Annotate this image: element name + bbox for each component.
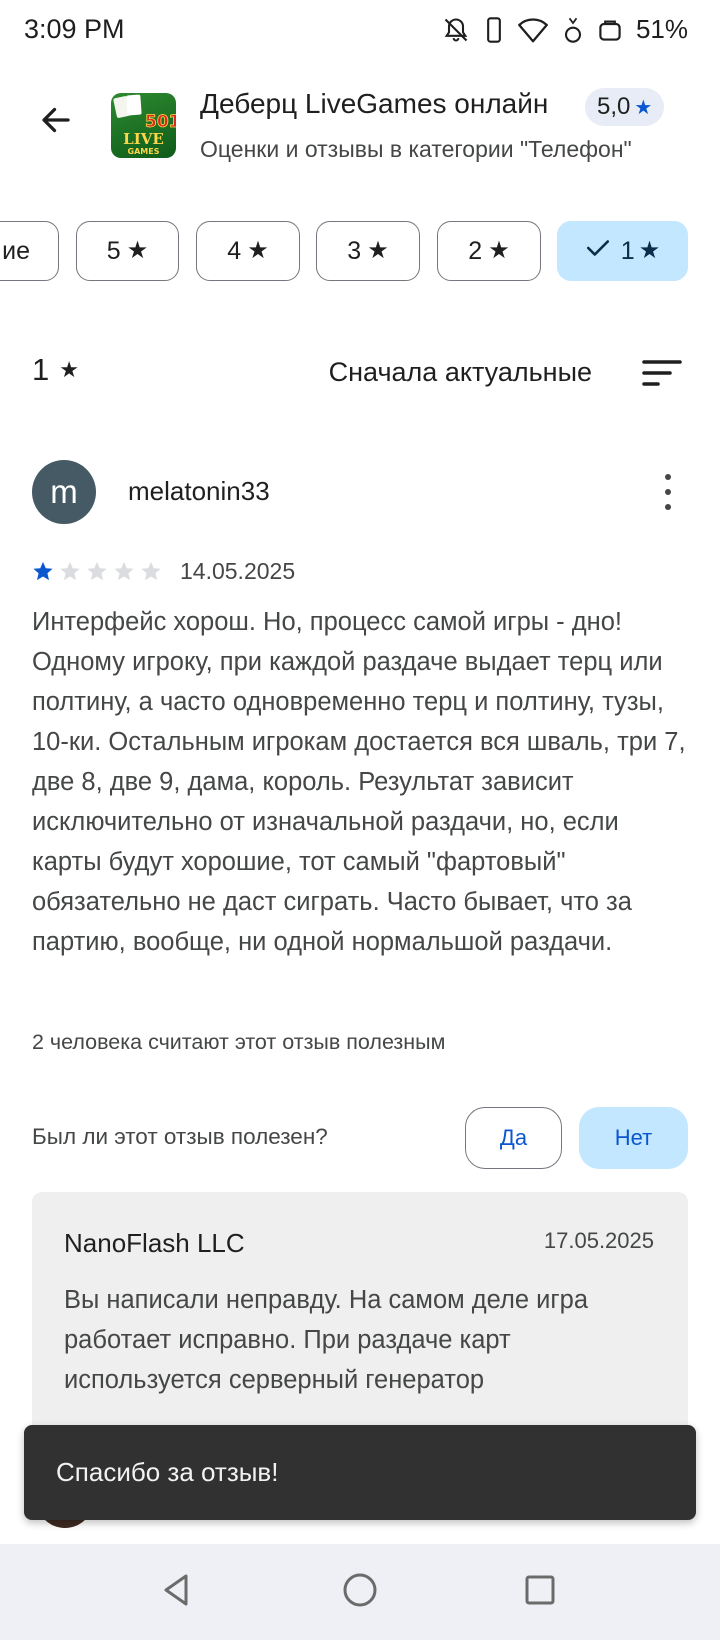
star-filled-icon <box>33 561 53 581</box>
current-filter-value: 1 <box>32 352 50 387</box>
data-saver-icon <box>562 16 584 44</box>
sort-icon[interactable] <box>642 358 682 388</box>
app-icon-games: GAMES <box>128 147 160 156</box>
star-icon: ★ <box>634 96 653 119</box>
nav-recents-button[interactable] <box>520 1572 560 1612</box>
more-options-button[interactable] <box>656 474 680 510</box>
review-stars <box>32 560 162 582</box>
rating-badge: 5,0 ★ <box>585 88 665 126</box>
chip-label: 1 <box>620 236 635 265</box>
vibrate-icon <box>484 16 504 44</box>
nav-home-button[interactable] <box>340 1572 380 1612</box>
more-dot <box>665 489 671 495</box>
helpful-yes-button[interactable]: Да <box>465 1107 562 1169</box>
star-icon: ★ <box>367 237 389 264</box>
circle-home-icon <box>342 1572 378 1613</box>
star-icon: ★ <box>488 237 510 264</box>
star-empty-icon <box>87 561 107 581</box>
square-recents-icon <box>524 1574 556 1611</box>
chip-label: 2 <box>468 236 483 265</box>
review-date: 14.05.2025 <box>180 558 296 584</box>
filter-chip-5-stars[interactable]: 5 ★ <box>76 221 179 281</box>
filter-chip-all[interactable]: ие <box>0 221 59 281</box>
triangle-back-icon <box>160 1572 192 1613</box>
helpful-count: 2 человека считают этот отзыв полезным <box>32 1030 446 1054</box>
check-icon <box>585 237 611 266</box>
chip-label: ие <box>2 236 30 265</box>
battery-icon <box>598 19 622 41</box>
sort-dropdown[interactable]: Сначала актуальные <box>329 357 592 388</box>
wifi-icon <box>518 17 548 43</box>
snackbar: Спасибо за отзыв! <box>24 1425 696 1520</box>
chip-label: 3 <box>347 236 362 265</box>
star-icon: ★ <box>59 357 79 382</box>
app-icon-number: 501 <box>145 112 176 132</box>
more-dot <box>665 474 671 480</box>
filter-chip-1-star[interactable]: 1 ★ <box>557 221 688 281</box>
star-icon: ★ <box>638 237 661 264</box>
filter-chip-2-stars[interactable]: 2 ★ <box>437 221 541 281</box>
nav-back-button[interactable] <box>156 1572 196 1612</box>
arrow-left-icon <box>38 102 74 143</box>
app-icon-live: LIVE <box>123 130 164 148</box>
rating-value: 5,0 <box>597 93 631 120</box>
reviewer-avatar: m <box>32 460 96 524</box>
more-dot <box>665 504 671 510</box>
chip-label: 4 <box>227 236 242 265</box>
review-text: Интерфейс хорош. Но, процесс самой игры … <box>32 608 686 956</box>
star-empty-icon <box>141 561 161 581</box>
reviewer-name: melatonin33 <box>128 476 270 506</box>
filter-chip-3-stars[interactable]: 3 ★ <box>316 221 420 281</box>
star-empty-icon <box>60 561 80 581</box>
app-subtitle: Оценки и отзывы в категории "Телефон" <box>200 136 632 162</box>
bell-off-icon <box>442 16 470 44</box>
app-title: Деберц LiveGames онлайн <box>200 88 549 119</box>
star-empty-icon <box>114 561 134 581</box>
helpful-no-button[interactable]: Нет <box>579 1107 688 1169</box>
reply-text: Вы написали неправду. На самом деле игра… <box>64 1286 589 1394</box>
developer-name: NanoFlash LLC <box>64 1228 245 1258</box>
reply-date: 17.05.2025 <box>543 1228 654 1253</box>
snackbar-message: Спасибо за отзыв! <box>56 1457 279 1487</box>
current-rating-filter: 1 ★ <box>32 352 79 388</box>
helpful-question: Был ли этот отзыв полезен? <box>32 1124 328 1149</box>
star-icon: ★ <box>126 237 149 264</box>
battery-percent: 51% <box>635 14 688 44</box>
app-icon: 501 LIVE GAMES <box>111 93 176 158</box>
chip-label: 5 <box>106 236 121 265</box>
star-icon: ★ <box>247 237 269 264</box>
back-button[interactable] <box>34 100 78 144</box>
status-icons: 51% <box>442 14 688 45</box>
filter-chip-4-stars[interactable]: 4 ★ <box>196 221 300 281</box>
status-time: 3:09 PM <box>24 14 125 44</box>
